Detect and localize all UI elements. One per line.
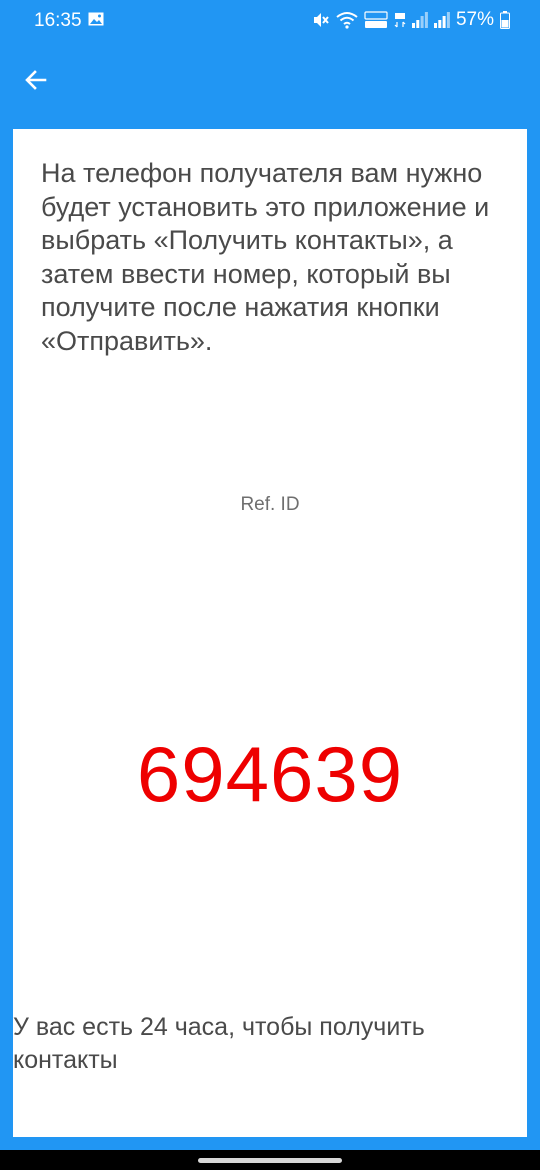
4g-icon <box>394 13 406 28</box>
status-time: 16:35 <box>34 10 82 31</box>
arrow-left-icon <box>25 70 47 90</box>
expiry-note: У вас есть 24 часа, чтобы получить конта… <box>13 1013 425 1074</box>
gallery-icon <box>88 12 104 26</box>
status-icons: 57% <box>312 9 510 31</box>
volte-lte-icon <box>364 11 388 28</box>
signal-icon <box>433 12 450 28</box>
mute-icon <box>313 13 329 27</box>
battery-percentage: 57% <box>455 9 494 30</box>
ref-id-label: Ref. ID <box>240 494 300 515</box>
navigation-bar <box>0 1150 540 1170</box>
instructions-text: На телефон получателя вам нужно будет ус… <box>41 158 490 356</box>
app-bar <box>0 42 540 118</box>
battery-icon <box>500 11 510 29</box>
back-button[interactable] <box>16 60 56 100</box>
signal-icon <box>411 12 428 28</box>
content-card: На телефон получателя вам нужно будет ус… <box>13 129 527 1137</box>
status-bar: 16:35 57% <box>0 0 540 42</box>
home-indicator[interactable] <box>198 1158 342 1163</box>
wifi-icon <box>336 12 358 29</box>
ref-id-code: 694639 <box>136 730 404 818</box>
